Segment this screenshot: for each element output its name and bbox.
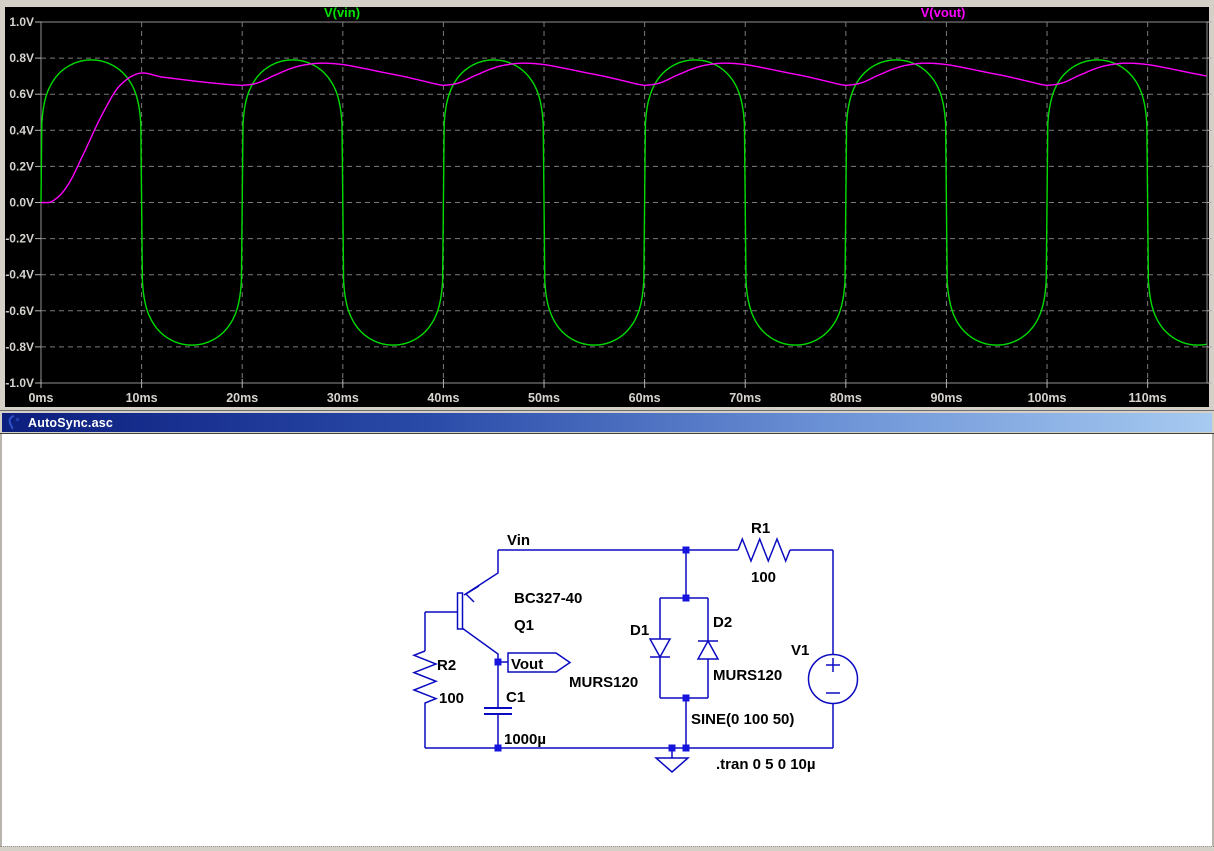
d2-name-label[interactable]: D2 bbox=[713, 614, 732, 631]
y-axis-label: 0.2V bbox=[9, 159, 34, 173]
y-axis-label: -0.2V bbox=[5, 232, 34, 246]
y-axis-label: 0.0V bbox=[9, 196, 34, 210]
wire-junction-nodes bbox=[494, 546, 690, 752]
diode-d2[interactable] bbox=[696, 639, 720, 660]
y-axis-label: 0.6V bbox=[9, 87, 34, 101]
c1-value-label[interactable]: 1000µ bbox=[504, 731, 546, 748]
x-axis-label: 110ms bbox=[1129, 391, 1167, 405]
r1-name-label[interactable]: R1 bbox=[751, 520, 770, 537]
x-axis-label: 10ms bbox=[126, 391, 158, 405]
trace-legend-Vvout[interactable]: V(vout) bbox=[921, 5, 966, 20]
diode-d1[interactable] bbox=[648, 638, 672, 659]
schematic-file-icon bbox=[8, 415, 20, 430]
r1-value-label[interactable]: 100 bbox=[751, 569, 776, 586]
y-axis-label: -0.6V bbox=[5, 304, 34, 318]
tran-directive-label[interactable]: .tran 0 5 0 10µ bbox=[716, 756, 816, 773]
y-axis-label: -0.8V bbox=[5, 340, 34, 354]
d2-value-label[interactable]: MURS120 bbox=[713, 667, 782, 684]
d1-value-label[interactable]: MURS120 bbox=[569, 674, 638, 691]
x-axis-label: 60ms bbox=[629, 391, 661, 405]
d1-name-label[interactable]: D1 bbox=[630, 622, 649, 639]
waveform-plot[interactable]: 1.0V 0.8V 0.6V 0.4V 0.2V 0.0V -0.2V -0.4V -0.6V -… bbox=[0, 0, 1214, 410]
x-axis-label: 70ms bbox=[729, 391, 761, 405]
x-axis-label: 80ms bbox=[830, 391, 862, 405]
resistor-r2[interactable] bbox=[411, 650, 439, 707]
resistor-r1[interactable] bbox=[737, 536, 791, 564]
voltage-source-v1[interactable] bbox=[807, 653, 859, 705]
x-axis-label: 90ms bbox=[930, 391, 962, 405]
y-axis-label: 0.4V bbox=[9, 123, 34, 137]
transistor-q1[interactable] bbox=[456, 585, 480, 630]
ltspice-window: { "window": { "title": "AutoSync.asc" },… bbox=[0, 0, 1214, 851]
vout-port-label[interactable]: Vout bbox=[511, 656, 543, 673]
schematic-canvas[interactable]: Vin BC327-40 Q1 Vout R2 100 C1 1000µ MUR… bbox=[0, 434, 1214, 847]
plus-sign-icon bbox=[826, 658, 840, 672]
v1-name-label[interactable]: V1 bbox=[791, 642, 809, 659]
y-axis-label: -1.0V bbox=[5, 376, 34, 390]
bottom-frame-strip bbox=[0, 846, 1214, 851]
y-axis-label: 0.8V bbox=[9, 51, 34, 65]
schematic-editor-pane[interactable]: Vin BC327-40 Q1 Vout R2 100 C1 1000µ MUR… bbox=[0, 434, 1214, 846]
waveform-viewer-pane[interactable]: 1.0V 0.8V 0.6V 0.4V 0.2V 0.0V -0.2V -0.4V -0.6V -… bbox=[0, 0, 1214, 410]
window-title: AutoSync.asc bbox=[28, 415, 114, 430]
capacitor-c1[interactable] bbox=[484, 707, 512, 715]
c1-name-label[interactable]: C1 bbox=[506, 689, 525, 706]
x-axis-label: 100ms bbox=[1028, 391, 1067, 405]
q1-name-label[interactable]: Q1 bbox=[514, 617, 534, 634]
pnp-emitter-arrow-icon bbox=[465, 585, 480, 603]
q1-value-label[interactable]: BC327-40 bbox=[514, 590, 582, 607]
x-axis-label: 40ms bbox=[427, 391, 459, 405]
r2-value-label[interactable]: 100 bbox=[439, 690, 464, 707]
y-axis-label: -0.4V bbox=[5, 268, 34, 282]
x-axis-label: 0ms bbox=[28, 391, 53, 405]
y-axis-label: 1.0V bbox=[9, 15, 34, 29]
ground-symbol[interactable] bbox=[654, 757, 690, 773]
schematic-window-titlebar[interactable]: AutoSync.asc bbox=[2, 413, 1212, 432]
trace-legend-Vvin[interactable]: V(vin) bbox=[324, 5, 360, 20]
x-axis-label: 20ms bbox=[226, 391, 258, 405]
v1-value-label[interactable]: SINE(0 100 50) bbox=[691, 711, 794, 728]
x-axis-label: 30ms bbox=[327, 391, 359, 405]
schematic-window-titlebar-frame: AutoSync.asc bbox=[0, 410, 1214, 434]
x-axis-label: 50ms bbox=[528, 391, 560, 405]
r2-name-label[interactable]: R2 bbox=[437, 657, 456, 674]
net-label-vin[interactable]: Vin bbox=[507, 532, 530, 549]
